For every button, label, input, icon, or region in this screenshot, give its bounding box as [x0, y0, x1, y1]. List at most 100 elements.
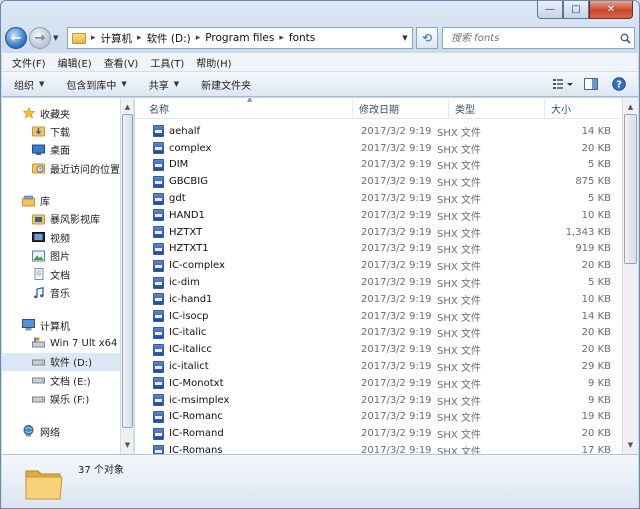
refresh-button[interactable]: ⟲ [416, 27, 438, 49]
nav-item-drive-c[interactable]: Win 7 Ult x64 (C [2, 334, 120, 353]
chevron-right-icon[interactable]: ▸ [89, 33, 98, 43]
history-dropdown-icon[interactable]: ▼ [53, 34, 63, 42]
file-list-scrollbar[interactable]: ▲ ▼ [622, 98, 638, 454]
file-type: SHX 文件 [437, 447, 481, 454]
address-bar[interactable]: ▸ 计算机 ▸ 软件 (D:) ▸ Program files ▸ fonts … [67, 27, 413, 49]
table-row[interactable]: aehalf 2017/3/2 9:19 SHX 文件 14 KB [135, 123, 623, 140]
file-type: SHX 文件 [437, 262, 481, 274]
drive-icon [32, 374, 45, 386]
table-row[interactable]: gdt 2017/3/2 9:19 SHX 文件 5 KB [135, 190, 623, 207]
table-row[interactable]: IC-italicc 2017/3/2 9:19 SHX 文件 20 KB [135, 341, 623, 358]
nav-item-documents[interactable]: 文档 [2, 265, 120, 284]
nav-favorites[interactable]: 收藏夹 [2, 104, 120, 122]
breadcrumb-computer[interactable]: 计算机 [98, 31, 136, 46]
scroll-thumb[interactable] [624, 114, 637, 264]
table-row[interactable]: IC-isocp 2017/3/2 9:19 SHX 文件 14 KB [135, 308, 623, 325]
preview-pane-button[interactable] [580, 75, 602, 93]
menu-help[interactable]: 帮助(H) [196, 55, 231, 70]
close-button[interactable]: ✕ [589, 1, 633, 19]
scroll-down-icon[interactable]: ▼ [623, 438, 638, 452]
file-size: 1,343 KB [565, 226, 611, 238]
nav-item-label: 视频 [50, 233, 70, 245]
scroll-thumb[interactable] [122, 114, 133, 428]
scroll-down-icon[interactable]: ▼ [121, 438, 134, 452]
nav-item-desktop[interactable]: 桌面 [2, 141, 120, 160]
menu-bar: 文件(F) 编辑(E) 查看(V) 工具(T) 帮助(H) [2, 53, 638, 72]
chevron-right-icon[interactable]: ▸ [277, 33, 286, 43]
file-size: 10 KB [581, 293, 611, 305]
table-row[interactable]: ic-italict 2017/3/2 9:19 SHX 文件 29 KB [135, 358, 623, 375]
scroll-up-icon[interactable]: ▲ [623, 100, 638, 114]
breadcrumb-program-files[interactable]: Program files [202, 32, 277, 44]
file-size: 19 KB [581, 411, 611, 423]
file-date: 2017/3/2 9:19 [361, 293, 432, 305]
table-row[interactable]: IC-Monotxt 2017/3/2 9:19 SHX 文件 9 KB [135, 375, 623, 392]
table-row[interactable]: HZTXT 2017/3/2 9:19 SHX 文件 1,343 KB [135, 224, 623, 241]
table-row[interactable]: ic-msimplex 2017/3/2 9:19 SHX 文件 9 KB [135, 392, 623, 409]
table-row[interactable]: IC-complex 2017/3/2 9:19 SHX 文件 20 KB [135, 257, 623, 274]
table-row[interactable]: IC-Romans 2017/3/2 9:19 SHX 文件 17 KB [135, 442, 623, 454]
back-button[interactable]: ← [5, 27, 27, 49]
table-row[interactable]: HAND1 2017/3/2 9:19 SHX 文件 10 KB [135, 207, 623, 224]
nav-network[interactable]: 网络 [2, 422, 120, 440]
nav-item-videos[interactable]: 视频 [2, 228, 120, 247]
help-button[interactable]: ? [608, 75, 630, 93]
nav-item-pictures[interactable]: 图片 [2, 247, 120, 266]
menu-tools[interactable]: 工具(T) [150, 55, 184, 70]
table-row[interactable]: HZTXT1 2017/3/2 9:19 SHX 文件 919 KB [135, 241, 623, 258]
breadcrumb-drive-d[interactable]: 软件 (D:) [144, 31, 194, 46]
menu-view[interactable]: 查看(V) [104, 55, 139, 70]
view-options-button[interactable] [552, 75, 574, 93]
forward-button[interactable]: → [29, 27, 51, 49]
search-icon[interactable] [616, 33, 634, 44]
share-button[interactable]: 共享 ▼ [149, 77, 179, 92]
organize-button[interactable]: 组织 ▼ [14, 77, 44, 92]
table-row[interactable]: ic-dim 2017/3/2 9:19 SHX 文件 5 KB [135, 274, 623, 291]
scroll-up-icon[interactable]: ▲ [121, 100, 134, 114]
file-name: complex [169, 142, 212, 154]
column-name[interactable]: 名称 [135, 98, 353, 119]
file-name: IC-Romanc [169, 411, 223, 423]
nav-item-music[interactable]: 音乐 [2, 284, 120, 303]
file-rows: aehalf 2017/3/2 9:19 SHX 文件 14 KB complex 201… [135, 119, 623, 454]
column-type[interactable]: 类型 [449, 98, 545, 119]
column-size[interactable]: 大小 [545, 98, 607, 119]
table-row[interactable]: GBCBIG 2017/3/2 9:19 SHX 文件 875 KB [135, 173, 623, 190]
table-row[interactable]: DIM 2017/3/2 9:19 SHX 文件 5 KB [135, 157, 623, 174]
file-name: IC-isocp [169, 310, 209, 322]
desktop-icon [32, 144, 45, 156]
navigation-pane: 收藏夹 下载 桌面 最近访问的位置 库 暴风影视库 视频 图片 文档 音乐 计算… [2, 98, 120, 454]
shx-file-icon [153, 192, 164, 205]
nav-item-drive-e[interactable]: 文档 (E:) [2, 371, 120, 390]
menu-edit[interactable]: 编辑(E) [58, 55, 92, 70]
table-row[interactable]: IC-italic 2017/3/2 9:19 SHX 文件 20 KB [135, 325, 623, 342]
include-in-library-button[interactable]: 包含到库中 ▼ [66, 77, 126, 92]
address-dropdown-icon[interactable]: ▼ [398, 34, 412, 42]
column-date-modified[interactable]: 修改日期 [353, 98, 449, 119]
table-row[interactable]: IC-Romand 2017/3/2 9:19 SHX 文件 20 KB [135, 425, 623, 442]
table-row[interactable]: ic-hand1 2017/3/2 9:19 SHX 文件 10 KB [135, 291, 623, 308]
search-box[interactable] [442, 27, 635, 49]
file-size: 20 KB [581, 327, 611, 339]
nav-item-drive-f[interactable]: 娱乐 (F:) [2, 390, 120, 409]
file-date: 2017/3/2 9:19 [361, 243, 432, 255]
file-name: ic-msimplex [169, 394, 230, 406]
nav-item-drive-d[interactable]: 软件 (D:) [2, 352, 120, 371]
chevron-right-icon[interactable]: ▸ [135, 33, 144, 43]
chevron-right-icon[interactable]: ▸ [194, 33, 203, 43]
nav-item-recent-places[interactable]: 最近访问的位置 [2, 159, 120, 178]
maximize-button[interactable]: □ [563, 1, 589, 19]
nav-libraries[interactable]: 库 [2, 192, 120, 210]
minimize-button[interactable]: — [537, 1, 563, 19]
navigation-scrollbar[interactable]: ▲ ▼ [120, 98, 134, 454]
nav-item-baofeng-library[interactable]: 暴风影视库 [2, 210, 120, 229]
search-input[interactable] [443, 32, 616, 44]
table-row[interactable]: IC-Romanc 2017/3/2 9:19 SHX 文件 19 KB [135, 409, 623, 426]
share-label: 共享 [148, 80, 169, 92]
menu-file[interactable]: 文件(F) [12, 55, 46, 70]
nav-item-downloads[interactable]: 下载 [2, 122, 120, 141]
table-row[interactable]: complex 2017/3/2 9:19 SHX 文件 20 KB [135, 140, 623, 157]
breadcrumb-fonts[interactable]: fonts [286, 32, 318, 44]
new-folder-button[interactable]: 新建文件夹 [201, 77, 251, 92]
nav-computer[interactable]: 计算机 [2, 316, 120, 334]
